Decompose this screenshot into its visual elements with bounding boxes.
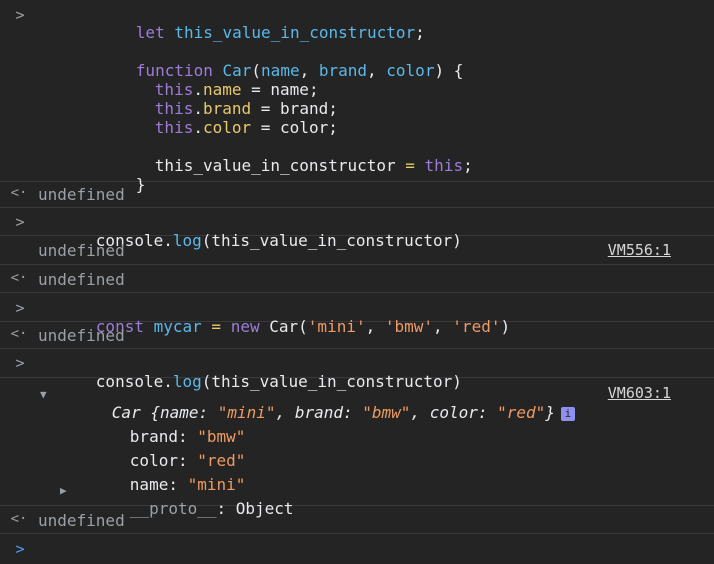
input-prompt-icon: >	[15, 213, 25, 231]
result-arrow-icon: <·	[10, 326, 28, 342]
result-arrow-icon: <·	[10, 270, 28, 286]
log-output-value: undefined	[38, 241, 125, 260]
input-prompt-icon: >	[15, 6, 25, 24]
collapse-triangle-icon[interactable]: ▶	[60, 484, 67, 497]
result-value: undefined	[38, 185, 125, 204]
devtools-console: > let this_value_in_constructor; functio…	[0, 0, 714, 564]
console-input-row[interactable]: > console.log(this_value_in_constructor)	[0, 349, 714, 391]
result-value: undefined	[38, 326, 125, 345]
console-log-row: undefined VM556:1	[0, 236, 714, 265]
console-result-row: <· undefined	[0, 265, 714, 293]
result-arrow-icon: <·	[10, 511, 28, 527]
console-result-row: <· undefined	[0, 506, 714, 534]
input-prompt-icon: >	[15, 354, 25, 372]
input-prompt-icon: >	[15, 299, 25, 317]
console-result-row: <· undefined	[0, 182, 714, 208]
console-input-row[interactable]: > console.log(this_value_in_constructor)	[0, 208, 714, 250]
console-log-row: ▼ Car {name: "mini", brand: "bmw", color…	[0, 378, 714, 518]
console-input-row[interactable]: > let this_value_in_constructor; functio…	[0, 0, 714, 194]
expand-triangle-icon[interactable]: ▼	[40, 388, 47, 401]
console-input-row[interactable]: > const mycar = new Car('mini', 'bmw', '…	[0, 293, 714, 336]
source-link[interactable]: VM603:1	[608, 384, 671, 402]
info-icon[interactable]: i	[560, 407, 575, 421]
result-arrow-icon: <·	[10, 185, 28, 201]
console-result-row: <· undefined	[0, 322, 714, 349]
prompt-caret-icon[interactable]: >	[13, 540, 27, 558]
result-value: undefined	[38, 511, 125, 530]
source-link[interactable]: VM556:1	[608, 241, 671, 259]
result-value: undefined	[38, 270, 125, 289]
console-prompt-row[interactable]: >	[0, 534, 714, 564]
